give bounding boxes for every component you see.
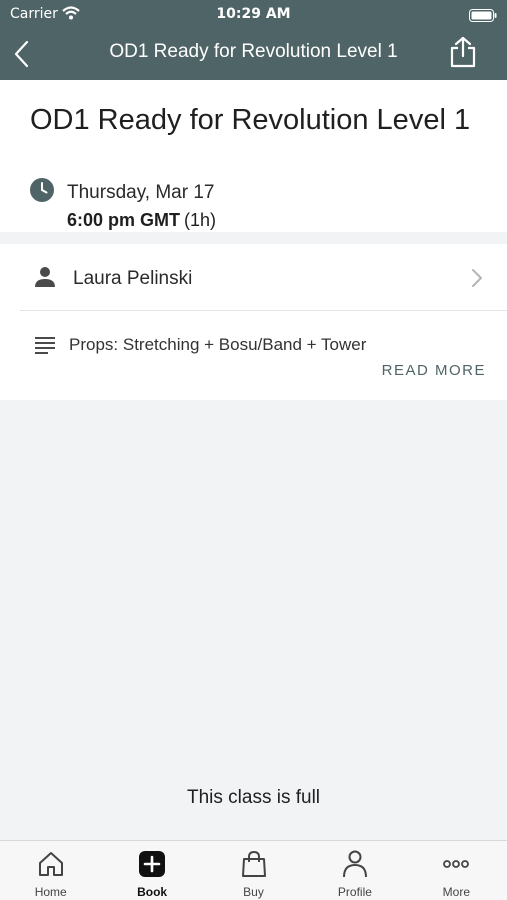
chevron-left-icon	[14, 40, 29, 68]
shopping-bag-icon	[241, 850, 266, 877]
class-header: OD1 Ready for Revolution Level 1 Thursda…	[0, 80, 507, 232]
class-details: Laura Pelinski Props: Stretching + Bosu/…	[0, 244, 507, 400]
class-title: OD1 Ready for Revolution Level 1	[30, 104, 471, 136]
battery-icon	[469, 7, 497, 26]
person-icon	[34, 266, 56, 288]
tab-profile-label: Profile	[337, 885, 372, 899]
share-icon	[450, 36, 476, 68]
clock-icon	[30, 178, 54, 202]
instructor-row[interactable]: Laura Pelinski	[20, 244, 507, 311]
status-time: 10:29 AM	[216, 6, 291, 22]
tab-bar: Home Book Buy Profile More	[0, 840, 507, 900]
class-time-row: 6:00 pm GMT (1h)	[67, 210, 216, 231]
read-more-link[interactable]: READ MORE	[382, 362, 486, 379]
class-date: Thursday, Mar 17	[67, 182, 215, 203]
class-time: 6:00 pm GMT	[67, 210, 181, 230]
book-plus-icon	[139, 851, 166, 877]
status-bar: Carrier 10:29 AM	[0, 0, 507, 26]
nav-title: OD1 Ready for Revolution Level 1	[109, 41, 398, 62]
tab-home-label: Home	[34, 885, 67, 899]
back-button[interactable]	[12, 40, 34, 68]
tab-book[interactable]: Book	[101, 841, 202, 900]
tab-buy-label: Buy	[243, 885, 264, 899]
person-icon	[342, 850, 367, 878]
tab-buy[interactable]: Buy	[203, 841, 304, 900]
navigation-bar: OD1 Ready for Revolution Level 1	[0, 26, 507, 80]
class-full-message: This class is full	[186, 787, 321, 808]
chevron-right-icon	[471, 268, 483, 288]
tab-home[interactable]: Home	[0, 841, 101, 900]
tab-more-label: More	[442, 885, 470, 899]
class-duration: (1h)	[184, 210, 217, 230]
more-dots-icon	[443, 860, 470, 868]
home-icon	[38, 852, 63, 876]
share-button[interactable]	[449, 36, 477, 68]
tab-more[interactable]: More	[406, 841, 507, 900]
tab-profile[interactable]: Profile	[304, 841, 405, 900]
class-description: Props: Stretching + Bosu/Band + Tower	[69, 335, 367, 354]
instructor-name: Laura Pelinski	[73, 268, 193, 289]
description-icon	[35, 336, 55, 354]
tab-book-label: Book	[137, 885, 168, 899]
